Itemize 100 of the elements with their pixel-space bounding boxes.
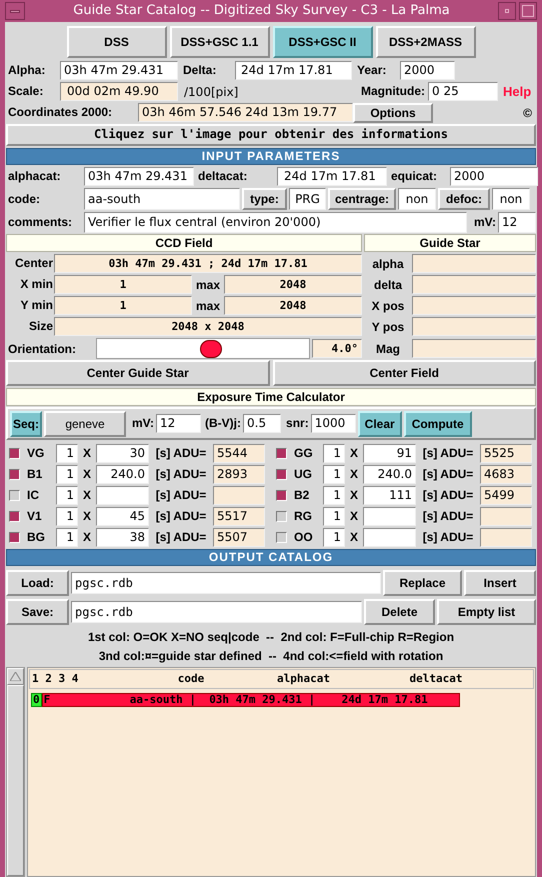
filter-checkbox[interactable] bbox=[276, 490, 287, 501]
center-button[interactable]: Center Field bbox=[272, 360, 536, 386]
exposure-field[interactable] bbox=[363, 528, 416, 547]
delete-button[interactable]: Delete bbox=[364, 598, 435, 624]
count-field[interactable]: 1 bbox=[323, 465, 345, 484]
field-label: Orientation: bbox=[7, 340, 77, 358]
center-button[interactable]: Center Guide Star bbox=[6, 360, 270, 386]
survey-tab[interactable]: DSS+GSC II bbox=[272, 26, 372, 58]
maximize-button[interactable] bbox=[519, 2, 537, 20]
adu-field: 5507 bbox=[213, 528, 265, 547]
compute-button[interactable]: Compute bbox=[404, 410, 472, 436]
field-label: Delta: bbox=[183, 62, 218, 79]
save-button[interactable]: Save: bbox=[6, 598, 69, 624]
count-field[interactable]: 1 bbox=[323, 486, 345, 505]
mv-field[interactable]: 12 bbox=[498, 212, 536, 232]
field-label: code: bbox=[8, 190, 42, 208]
filter-checkbox[interactable] bbox=[276, 469, 287, 480]
scroll-thumb[interactable] bbox=[7, 685, 24, 876]
empty-list-button[interactable]: Empty list bbox=[437, 598, 536, 624]
type-field[interactable]: PRG bbox=[289, 188, 326, 210]
bv-input[interactable]: 0.5 bbox=[243, 414, 282, 433]
exposure-field[interactable]: 240.0 bbox=[96, 465, 149, 484]
count-field[interactable]: 1 bbox=[56, 528, 78, 547]
year-field[interactable]: 2000 bbox=[400, 61, 455, 80]
defoc-button[interactable]: defoc: bbox=[438, 188, 490, 210]
comments-field[interactable]: Verifier le flux central (environ 20'000) bbox=[84, 212, 467, 232]
multiply-label: X bbox=[348, 487, 359, 504]
copyright-sign: © bbox=[523, 104, 532, 122]
adu-field: 5525 bbox=[480, 444, 532, 463]
filter-checkbox[interactable] bbox=[276, 511, 287, 522]
code-field[interactable]: aa-south bbox=[84, 188, 240, 210]
panel-header: Exposure Time Calculator bbox=[6, 388, 536, 406]
delta-field[interactable]: 24d 17m 17.81 bbox=[235, 61, 352, 80]
exposure-field[interactable]: 240.0 bbox=[363, 465, 416, 484]
count-field[interactable]: 1 bbox=[323, 507, 345, 526]
scrollbar[interactable] bbox=[6, 667, 25, 877]
count-field[interactable]: 1 bbox=[56, 465, 78, 484]
min-field: 1 bbox=[54, 275, 192, 294]
type-button[interactable]: type: bbox=[242, 188, 287, 210]
options-button[interactable]: Options bbox=[353, 102, 433, 122]
window-menu-button[interactable] bbox=[5, 2, 25, 20]
centrage-button[interactable]: centrage: bbox=[328, 188, 396, 210]
field-label: deltacat: bbox=[198, 168, 248, 184]
replace-button[interactable]: Replace bbox=[383, 570, 462, 596]
exposure-field[interactable]: 111 bbox=[363, 486, 416, 505]
adu-field bbox=[213, 486, 265, 505]
exposure-field[interactable]: 30 bbox=[96, 444, 149, 463]
count-field[interactable]: 1 bbox=[323, 528, 345, 547]
snr-input[interactable]: 1000 bbox=[310, 414, 356, 433]
minimize-button[interactable] bbox=[498, 2, 516, 20]
filter-name: V1 bbox=[26, 508, 43, 525]
filter-checkbox[interactable] bbox=[9, 469, 20, 480]
exposure-field[interactable] bbox=[96, 486, 149, 505]
unit-label: [s] ADU= bbox=[422, 466, 474, 483]
count-field[interactable]: 1 bbox=[323, 444, 345, 463]
filter-checkbox[interactable] bbox=[9, 511, 20, 522]
alpha-field[interactable]: 03h 47m 29.431 bbox=[60, 61, 178, 80]
alphacat-field[interactable]: 03h 47m 29.431 bbox=[84, 166, 194, 186]
field-label: Y min bbox=[20, 297, 54, 314]
adu-field: 5499 bbox=[480, 486, 532, 505]
field-label: Coordinates 2000: bbox=[8, 104, 114, 121]
catalog-row[interactable]: F aa-south | 03h 47m 29.431 | 24d 17m 17.81 bbox=[42, 693, 460, 707]
exposure-field[interactable] bbox=[363, 507, 416, 526]
field-label: Center bbox=[14, 255, 54, 272]
load-field[interactable]: pgsc.rdb bbox=[71, 572, 381, 594]
count-field[interactable]: 1 bbox=[56, 507, 78, 526]
defoc-field[interactable]: non bbox=[492, 188, 530, 210]
filter-checkbox[interactable] bbox=[9, 490, 20, 501]
filter-checkbox[interactable] bbox=[9, 532, 20, 543]
clear-button[interactable]: Clear bbox=[358, 410, 402, 436]
centrage-field[interactable]: non bbox=[398, 188, 436, 210]
orientation-track[interactable] bbox=[96, 338, 310, 359]
filter-checkbox[interactable] bbox=[276, 532, 287, 543]
survey-tab[interactable]: DSS+2MASS bbox=[376, 26, 476, 58]
mv-input[interactable]: 12 bbox=[156, 414, 202, 433]
field-label: Mag bbox=[375, 340, 401, 358]
insert-button[interactable]: Insert bbox=[464, 570, 536, 596]
count-field[interactable]: 1 bbox=[56, 486, 78, 505]
save-field[interactable]: pgsc.rdb bbox=[71, 600, 362, 622]
unit-label: [s] ADU= bbox=[154, 445, 208, 462]
exposure-field[interactable]: 45 bbox=[96, 507, 149, 526]
count-field[interactable]: 1 bbox=[56, 444, 78, 463]
survey-tab[interactable]: DSS+GSC 1.1 bbox=[170, 26, 270, 58]
deltacat-field[interactable]: 24d 17m 17.81 bbox=[277, 166, 387, 186]
field-label: X min bbox=[19, 276, 54, 293]
scroll-up-icon[interactable] bbox=[7, 668, 24, 685]
orientation-thumb[interactable] bbox=[200, 340, 222, 358]
filter-checkbox[interactable] bbox=[9, 448, 20, 459]
load-button[interactable]: Load: bbox=[6, 570, 69, 596]
seq-button[interactable]: Seq: bbox=[10, 410, 42, 436]
survey-tab[interactable]: DSS bbox=[66, 26, 166, 58]
adu-field bbox=[480, 528, 532, 547]
exposure-field[interactable]: 91 bbox=[363, 444, 416, 463]
magnitude-field[interactable]: 0 25 bbox=[428, 82, 498, 101]
exposure-field[interactable]: 38 bbox=[96, 528, 149, 547]
info-banner: Cliquez sur l'image pour obtenir des informations bbox=[6, 124, 536, 146]
equicat-field[interactable]: 2000 bbox=[450, 166, 538, 186]
filter-name: UG bbox=[293, 466, 313, 483]
sequence-button[interactable]: geneve bbox=[44, 410, 126, 436]
filter-checkbox[interactable] bbox=[276, 448, 287, 459]
